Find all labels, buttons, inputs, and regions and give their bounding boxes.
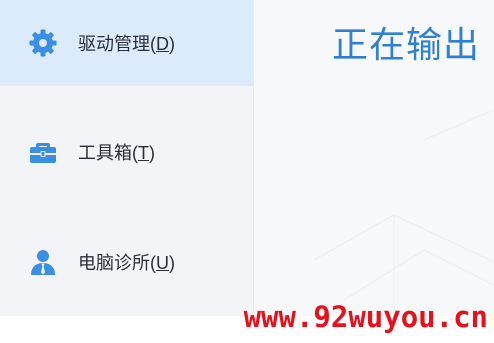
- main-panel: 正在输出: [254, 0, 494, 316]
- sidebar-item-driver-management[interactable]: 驱动管理(D): [0, 0, 253, 86]
- sidebar-item-pc-clinic[interactable]: 电脑诊所(U): [0, 219, 253, 305]
- user-icon: [28, 247, 58, 277]
- sidebar-item-label: 驱动管理(D): [78, 34, 175, 54]
- sidebar-item-label: 工具箱(T): [78, 143, 155, 163]
- watermark: www.92wuyou.cn: [243, 300, 488, 334]
- sidebar: 驱动管理(D) 工具箱(T) 电脑诊所(U): [0, 0, 254, 316]
- sidebar-item-label: 电脑诊所(U): [78, 253, 175, 273]
- toolbox-icon: [28, 137, 58, 167]
- sidebar-item-toolbox[interactable]: 工具箱(T): [0, 109, 253, 195]
- page-title: 正在输出: [332, 24, 481, 65]
- app-window: 驱动管理(D) 工具箱(T) 电脑诊所(U) 正在输出 www.92wuyou.…: [0, 0, 494, 343]
- gear-icon: [28, 28, 58, 58]
